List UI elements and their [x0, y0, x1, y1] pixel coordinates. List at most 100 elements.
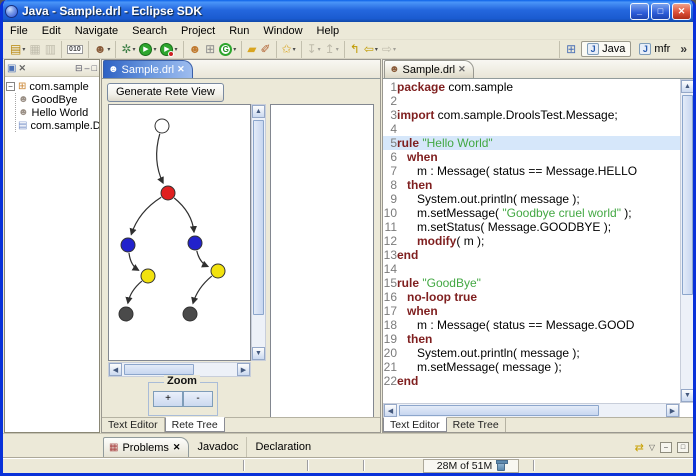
code-line-11[interactable]: 11 m.setStatus( Message.GOODBYE ); [383, 220, 680, 234]
code-line-17[interactable]: 17 when [383, 304, 680, 318]
debug-icon[interactable]: ✲▾ [119, 41, 137, 57]
rete-vertical-scrollbar[interactable]: ▲ ▼ [251, 104, 266, 361]
save-icon[interactable]: ▦ [27, 41, 42, 57]
dropdown-arrow-icon[interactable]: ▾ [174, 46, 177, 53]
code-line-1[interactable]: 1package com.sample [383, 80, 680, 94]
tab-sample-drl-source[interactable]: ☻ Sample.drl ✕ [384, 60, 474, 78]
editor-vertical-scrollbar[interactable]: ▲ ▼ [680, 79, 695, 403]
menu-edit[interactable]: Edit [35, 24, 68, 38]
guvnor-icon[interactable]: G▾ [217, 41, 238, 57]
scrollbar-thumb[interactable] [253, 120, 264, 315]
back-icon[interactable]: ⇦▾ [362, 41, 380, 57]
tree-item-goodbye[interactable]: ☻GoodBye [18, 93, 98, 106]
print-icon[interactable]: ▥ [43, 41, 58, 57]
dropdown-arrow-icon[interactable]: ▾ [22, 46, 25, 53]
drools-table-icon[interactable]: ⊞ [203, 41, 217, 57]
rete-node-blue-left[interactable] [121, 238, 135, 252]
panel-maximize-icon[interactable]: □ [677, 442, 689, 453]
open-resource-icon[interactable]: ✐ [258, 41, 272, 57]
garbage-collect-icon[interactable] [497, 461, 505, 471]
scrollbar-thumb[interactable] [682, 95, 693, 295]
view-close-icon[interactable]: ✕ [18, 63, 26, 74]
code-line-4[interactable]: 4 [383, 122, 680, 136]
rete-node-yellow-left[interactable] [141, 269, 155, 283]
source-code-area[interactable]: 1package com.sample23import com.sample.D… [383, 79, 680, 403]
rete-node-blue-right[interactable] [188, 236, 202, 250]
menu-help[interactable]: Help [310, 24, 347, 38]
drools-head-icon[interactable]: ☻▾ [92, 41, 113, 57]
menu-file[interactable]: File [3, 24, 35, 38]
scrollbar-thumb[interactable] [124, 364, 194, 375]
tab-close-icon[interactable]: ✕ [173, 442, 181, 453]
expander-icon[interactable]: − [6, 82, 15, 91]
code-line-5[interactable]: 5rule "Hello World" [383, 136, 680, 150]
scrollbar-thumb[interactable] [399, 405, 599, 416]
rete-graph-canvas[interactable] [108, 104, 251, 361]
dropdown-arrow-icon[interactable]: ▾ [293, 46, 296, 53]
zoom-in-button[interactable]: + [153, 391, 183, 407]
menu-project[interactable]: Project [174, 24, 222, 38]
run-icon[interactable]: ▶▾ [137, 41, 158, 57]
code-line-3[interactable]: 3import com.sample.DroolsTest.Message; [383, 108, 680, 122]
open-perspective-icon[interactable]: ⊞ [564, 41, 578, 57]
next-annotation-icon[interactable]: ↧▾ [305, 41, 323, 57]
scroll-left-icon[interactable]: ◀ [384, 404, 397, 417]
forward-icon[interactable]: ⇨▾ [380, 41, 398, 57]
code-line-20[interactable]: 20 System.out.println( message ); [383, 346, 680, 360]
maximize-button[interactable]: □ [651, 3, 670, 20]
zoom-out-button[interactable]: - [183, 391, 213, 407]
menu-run[interactable]: Run [222, 24, 256, 38]
run-last-icon[interactable]: ▶▾ [158, 41, 179, 57]
collapse-all-icon[interactable]: ⊟ [75, 63, 83, 74]
new-wizard-icon[interactable]: ▤▾ [8, 41, 27, 57]
perspective-java-button[interactable]: JJava [581, 41, 631, 57]
tab-sample-drl-rete[interactable]: ☻ Sample.drl ✕ [103, 60, 193, 78]
scroll-right-icon[interactable]: ▶ [237, 363, 250, 376]
code-line-16[interactable]: 16 no-loop true [383, 290, 680, 304]
dropdown-arrow-icon[interactable]: ▾ [318, 46, 321, 53]
double-arrow-icon[interactable]: ⇄ [635, 441, 644, 454]
title-bar[interactable]: Java - Sample.drl - Eclipse SDK _□✕ [0, 0, 696, 22]
dropdown-arrow-icon[interactable]: ▾ [107, 46, 110, 53]
dropdown-arrow-icon[interactable]: ▾ [375, 46, 378, 53]
rete-node-yellow-right[interactable] [211, 264, 225, 278]
panel-minimize-icon[interactable]: – [660, 442, 672, 453]
tab-javadoc[interactable]: Javadoc [189, 437, 247, 457]
tab-problems[interactable]: ▦Problems✕ [103, 437, 189, 457]
code-line-21[interactable]: 21 m.setMessage( message ); [383, 360, 680, 374]
minimize-button[interactable]: _ [630, 3, 649, 20]
perspective-mfr-button[interactable]: Jmfr [634, 41, 675, 57]
view-minimize-icon[interactable]: – [85, 63, 90, 73]
editor-horizontal-scrollbar[interactable]: ◀ ▶ [383, 403, 680, 418]
rete-node-red[interactable] [161, 186, 175, 200]
generate-rete-view-button[interactable]: Generate Rete View [107, 83, 224, 102]
tab-declaration[interactable]: Declaration [247, 437, 319, 457]
scroll-left-icon[interactable]: ◀ [109, 363, 122, 376]
open-task-icon[interactable]: ✩▾ [280, 41, 298, 57]
code-line-10[interactable]: 10 m.setMessage( "Goodbye cruel world" )… [383, 206, 680, 220]
menu-window[interactable]: Window [256, 24, 309, 38]
code-line-19[interactable]: 19 then [383, 332, 680, 346]
scroll-down-icon[interactable]: ▼ [252, 347, 265, 360]
dropdown-arrow-icon[interactable]: ▾ [132, 46, 135, 53]
scroll-up-icon[interactable]: ▲ [252, 105, 265, 118]
tab-close-icon[interactable]: ✕ [458, 64, 466, 75]
menu-navigate[interactable]: Navigate [68, 24, 125, 38]
tree-item-hello-world[interactable]: ☻Hello World [18, 106, 98, 119]
last-edit-location-icon[interactable]: ↰ [348, 41, 362, 57]
tree-item-com-sample[interactable]: −⊞com.sample [6, 80, 98, 93]
menu-search[interactable]: Search [125, 24, 174, 38]
code-line-9[interactable]: 9 System.out.println( message ); [383, 192, 680, 206]
code-line-18[interactable]: 18 m : Message( status == Message.GOOD [383, 318, 680, 332]
close-button[interactable]: ✕ [672, 3, 691, 20]
tree-item-com-sample-d[interactable]: ▤com.sample.D [18, 119, 98, 132]
code-line-13[interactable]: 13end [383, 248, 680, 262]
rete-node-root[interactable] [155, 119, 169, 133]
code-line-22[interactable]: 22end [383, 374, 680, 388]
scroll-right-icon[interactable]: ▶ [666, 404, 679, 417]
code-line-12[interactable]: 12 modify( m ); [383, 234, 680, 248]
rete-page-tab-text-editor[interactable]: Text Editor [102, 418, 165, 432]
code-line-6[interactable]: 6 when [383, 150, 680, 164]
rete-node-gray-right[interactable] [183, 307, 197, 321]
web-browser-icon[interactable]: ▰ [245, 41, 258, 57]
